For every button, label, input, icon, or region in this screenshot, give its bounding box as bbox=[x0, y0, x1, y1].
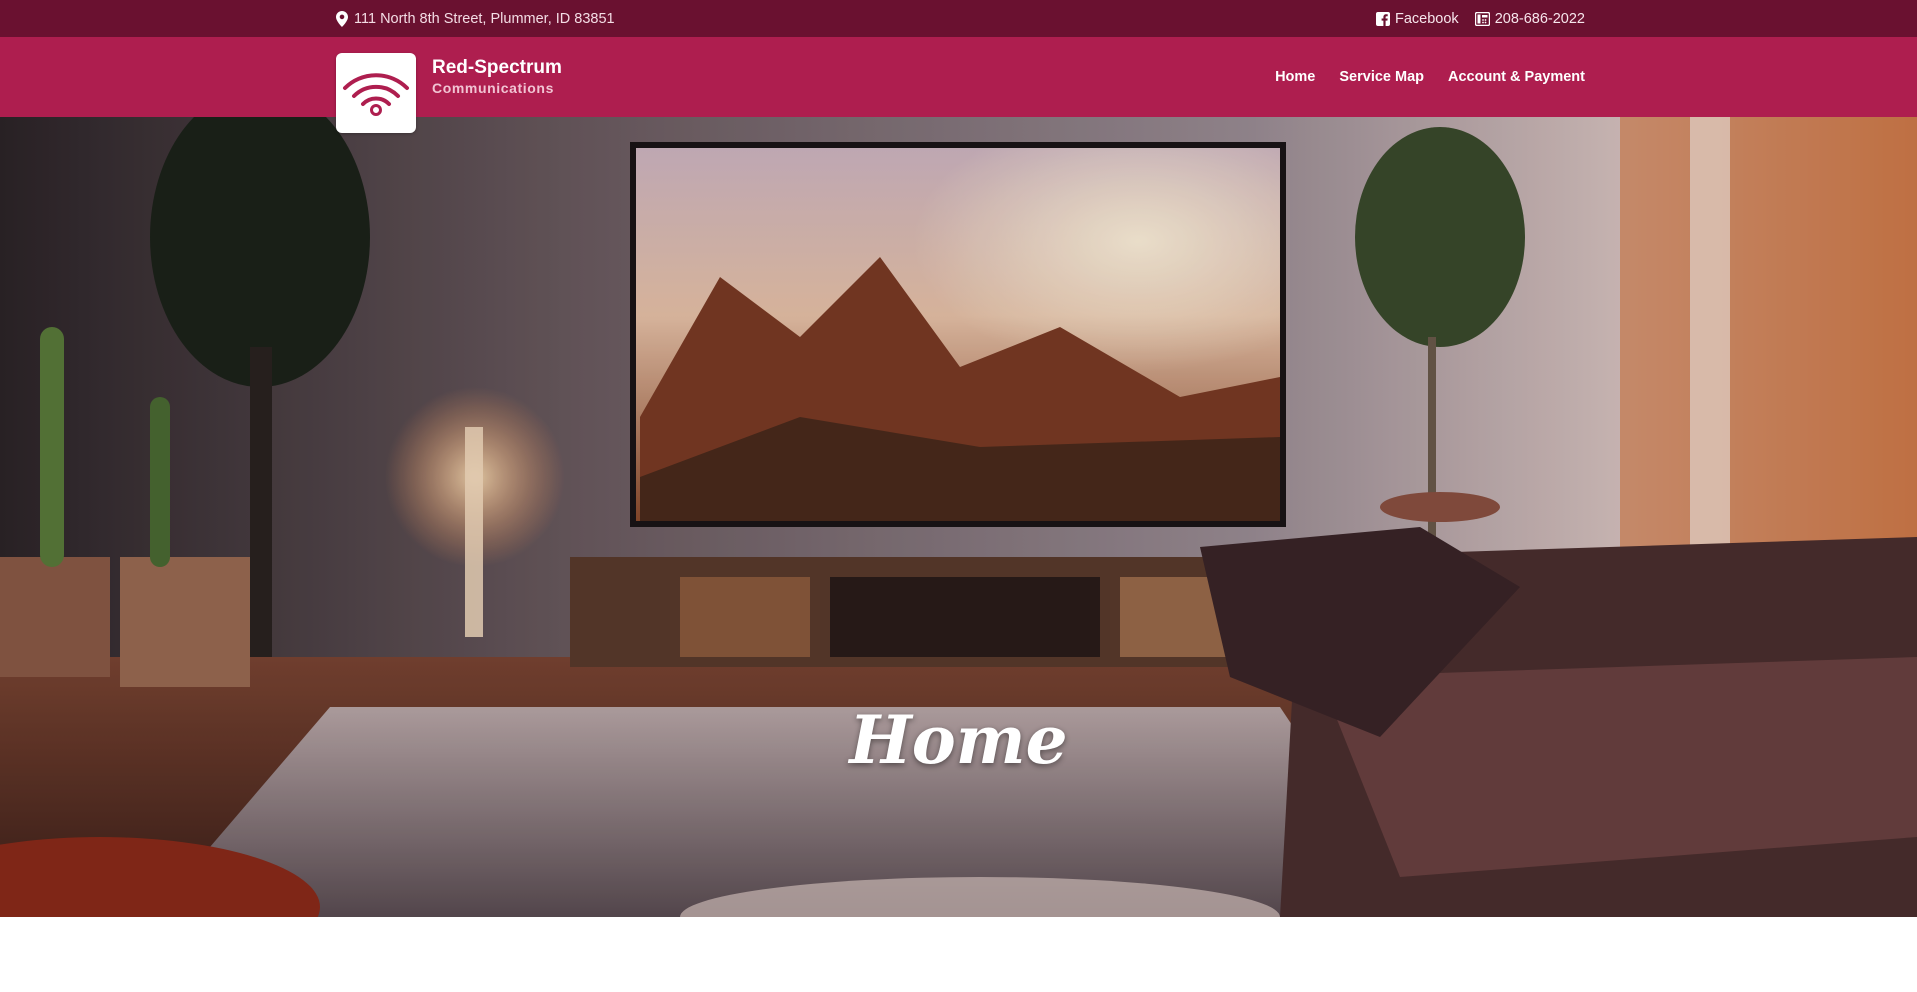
hero-title: Home bbox=[849, 701, 1068, 779]
facebook-icon bbox=[1376, 11, 1390, 26]
main-header: Red-Spectrum Communications Home Service… bbox=[0, 37, 1917, 133]
facebook-link[interactable]: Facebook bbox=[1376, 11, 1459, 27]
facebook-label: Facebook bbox=[1395, 10, 1459, 27]
phone-icon bbox=[1474, 11, 1490, 26]
top-info-bar: 111 North 8th Street, Plummer, ID 83851 … bbox=[0, 0, 1917, 37]
nav-service-map[interactable]: Service Map bbox=[1339, 69, 1424, 85]
logo-link[interactable] bbox=[336, 53, 416, 133]
brand: Red-Spectrum Communications bbox=[432, 57, 562, 97]
map-pin-icon bbox=[336, 10, 348, 27]
brand-name: Red-Spectrum bbox=[432, 57, 562, 78]
phone-number: 208-686-2022 bbox=[1494, 10, 1585, 27]
address-block: 111 North 8th Street, Plummer, ID 83851 bbox=[336, 0, 615, 37]
contact-links: Facebook 208-686-2022 bbox=[1376, 0, 1585, 37]
phone-link[interactable]: 208-686-2022 bbox=[1474, 10, 1585, 27]
wifi-icon bbox=[341, 66, 411, 121]
nav-account-payment[interactable]: Account & Payment bbox=[1448, 69, 1585, 85]
hero-banner: Home bbox=[0, 117, 1917, 917]
address-text: 111 North 8th Street, Plummer, ID 83851 bbox=[354, 10, 615, 27]
brand-subtitle: Communications bbox=[432, 80, 554, 96]
nav-home[interactable]: Home bbox=[1275, 69, 1315, 85]
primary-nav: Home Service Map Account & Payment bbox=[1275, 37, 1585, 117]
hero-background-image bbox=[0, 117, 1917, 917]
